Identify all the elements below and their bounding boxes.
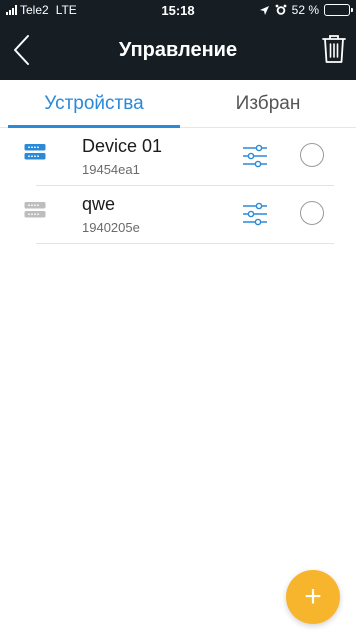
add-device-button[interactable]: + xyxy=(286,570,340,624)
row-divider xyxy=(36,243,334,244)
router-icon xyxy=(24,144,46,160)
status-right: 52 % xyxy=(259,3,353,17)
page-title: Управление xyxy=(118,39,238,61)
select-radio[interactable] xyxy=(300,143,324,167)
battery-icon xyxy=(324,4,353,16)
tab-devices[interactable]: Устройства xyxy=(8,80,180,128)
nav-bar: Управление xyxy=(0,20,356,80)
status-bar: Tele2 LTE 15:18 52 % xyxy=(0,0,356,20)
device-list: Device 01 19454ea1 qwe 1940205e xyxy=(0,128,356,244)
sliders-settings-icon[interactable] xyxy=(240,141,270,171)
device-id: 19454ea1 xyxy=(82,162,140,177)
sliders-settings-icon[interactable] xyxy=(240,199,270,229)
battery-percent: 52 % xyxy=(291,3,319,17)
alarm-icon xyxy=(275,4,287,15)
router-icon xyxy=(24,202,46,218)
device-row[interactable]: qwe 1940205e xyxy=(0,186,356,244)
device-name: qwe xyxy=(82,194,116,214)
device-row[interactable]: Device 01 19454ea1 xyxy=(0,128,356,186)
tab-bar: Устройства Избран xyxy=(0,80,356,128)
device-id: 1940205e xyxy=(82,220,140,235)
trash-icon[interactable] xyxy=(320,32,348,66)
location-arrow-icon xyxy=(259,5,269,15)
device-name: Device 01 xyxy=(82,136,163,156)
tab-favorites[interactable]: Избран xyxy=(188,80,348,128)
select-radio[interactable] xyxy=(300,201,324,225)
top-bar: Tele2 LTE 15:18 52 % Управление xyxy=(0,0,356,80)
